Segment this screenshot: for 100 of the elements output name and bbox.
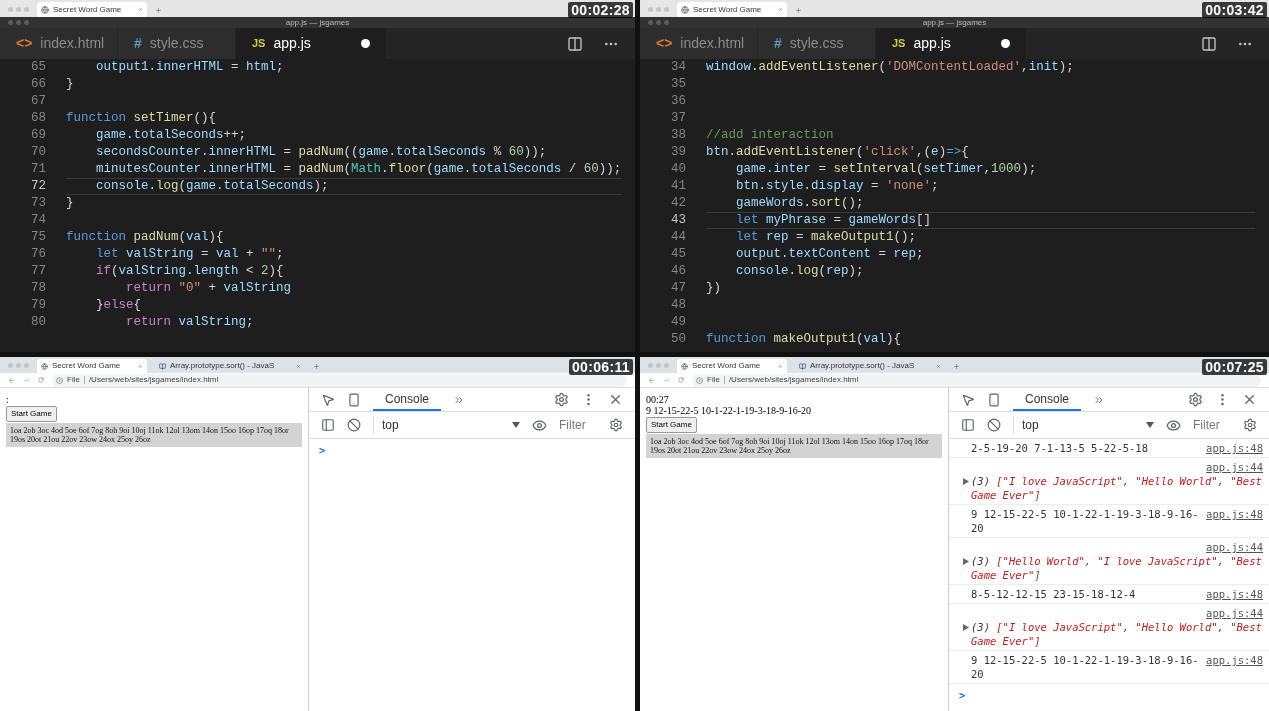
settings-icon[interactable] <box>1188 392 1203 407</box>
clear-console-icon[interactable] <box>987 418 1001 432</box>
line-number: 47 <box>670 280 687 297</box>
timer-text: : <box>6 394 9 405</box>
line-number: 36 <box>670 93 687 110</box>
device-toolbar-icon[interactable] <box>987 392 1001 407</box>
split-editor-icon[interactable] <box>567 35 583 52</box>
inspect-icon[interactable] <box>321 392 335 407</box>
clear-console-icon[interactable] <box>347 418 361 432</box>
new-tab-icon[interactable] <box>313 363 320 370</box>
start-game-button[interactable]: Start Game <box>646 417 697 433</box>
letters-panel: 1oa 2ob 3oc 4od 5oe 6of 7og 8oh 9oi 10oj 11ok 12ol 13om 14on 15oo 16op 17oq 18or 19os 20ot 21ou 22ov 23ow 24ox 25oy 26oz <box>6 423 302 447</box>
console-prompt[interactable]: > <box>309 439 635 461</box>
code-line: }else{ <box>95 297 143 314</box>
editor-tab[interactable]: JS app.js <box>236 28 386 59</box>
output-text: 9 12-15-22-5 10-1-22-1-19-3-18-9-16-20 <box>646 405 811 416</box>
window-title: app.js — jsgames <box>285 18 350 27</box>
reload-icon[interactable] <box>678 377 684 383</box>
console-prompt[interactable]: > <box>949 684 1269 706</box>
url-field[interactable]: File /Users/web/sites/jsgames/index.html <box>692 373 1261 387</box>
console-settings-icon[interactable] <box>1243 418 1257 432</box>
editor-tab[interactable]: # style.css <box>758 28 876 59</box>
line-number: 78 <box>30 280 47 297</box>
source-link[interactable]: app.js:48 <box>1206 653 1263 667</box>
book-icon <box>799 362 806 370</box>
live-expression-icon[interactable] <box>1166 417 1181 433</box>
source-link[interactable]: app.js:48 <box>1206 587 1263 601</box>
file-type-icon: <> <box>656 33 673 54</box>
source-link[interactable]: app.js:44 <box>1206 540 1263 554</box>
browser-tab[interactable]: Secret Word Game <box>37 2 147 17</box>
info-icon[interactable] <box>56 376 63 384</box>
new-tab-icon[interactable] <box>953 363 960 370</box>
line-number: 70 <box>30 144 47 161</box>
close-icon[interactable] <box>1242 392 1257 407</box>
line-number: 39 <box>670 144 687 161</box>
context-select[interactable]: top <box>1013 416 1154 434</box>
device-toolbar-icon[interactable] <box>347 392 361 407</box>
editor-tab[interactable]: <> index.html <box>640 28 758 59</box>
line-number: 68 <box>30 110 47 127</box>
back-icon[interactable] <box>8 376 15 384</box>
line-number: 45 <box>670 246 687 263</box>
code-line: } <box>66 195 75 212</box>
line-number: 35 <box>670 76 687 93</box>
start-game-button[interactable]: Start Game <box>6 406 57 422</box>
expand-triangle-icon[interactable] <box>963 478 969 485</box>
settings-icon[interactable] <box>554 392 569 407</box>
back-icon[interactable] <box>648 376 655 384</box>
code-line: function setTimer(){ <box>66 110 218 127</box>
video-timestamp: 00:02:28 <box>568 2 633 18</box>
inspect-icon[interactable] <box>961 392 975 407</box>
url-field[interactable]: File /Users/web/sites/jsgames/index.html <box>52 373 627 387</box>
line-number: 46 <box>670 263 687 280</box>
new-tab-icon[interactable] <box>795 7 802 14</box>
source-link[interactable]: app.js:44 <box>1206 460 1263 474</box>
window-controls-icon[interactable] <box>648 20 669 25</box>
console-settings-icon[interactable] <box>609 418 623 432</box>
sidebar-toggle-icon[interactable] <box>321 418 335 432</box>
source-link[interactable]: app.js:44 <box>1206 606 1263 620</box>
globe-icon <box>41 362 48 370</box>
new-tab-icon[interactable] <box>155 7 162 14</box>
live-expression-icon[interactable] <box>532 417 547 433</box>
editor-tab[interactable]: # style.css <box>118 28 236 59</box>
devtools-tab[interactable]: Console <box>373 388 442 411</box>
reload-icon[interactable] <box>38 377 44 383</box>
browser-tab[interactable]: Secret Word Game <box>677 359 787 373</box>
source-link[interactable]: app.js:48 <box>1206 441 1263 455</box>
info-icon[interactable] <box>696 376 703 384</box>
browser-tab[interactable]: Secret Word Game <box>677 2 787 17</box>
devtools-tab[interactable]: Console <box>1013 388 1082 411</box>
split-editor-icon[interactable] <box>1201 35 1217 52</box>
context-select[interactable]: top <box>373 416 520 434</box>
video-timestamp: 00:03:42 <box>1202 2 1267 18</box>
source-link[interactable]: app.js:48 <box>1206 507 1263 521</box>
array-preview: (3) ["Hello World", "I love JavaScript", "Best Game Ever"] <box>971 554 1263 582</box>
code-line: btn.addEventListener('click',(e)=>{ <box>706 144 970 161</box>
globe-icon <box>681 362 688 370</box>
line-number: 80 <box>30 314 47 331</box>
close-icon[interactable] <box>608 392 623 407</box>
globe-icon <box>681 5 689 14</box>
code-line: console.log(rep); <box>735 263 865 280</box>
file-type-icon: JS <box>252 35 266 52</box>
editor-tab[interactable]: <> index.html <box>0 28 118 59</box>
code-line: }) <box>706 280 722 297</box>
sidebar-toggle-icon[interactable] <box>961 418 975 432</box>
code-line: console.log(game.totalSeconds); <box>66 178 621 195</box>
dropdown-arrow-icon <box>1146 422 1154 428</box>
line-number: 48 <box>670 297 687 314</box>
window-controls-icon[interactable] <box>8 20 29 25</box>
editor-tab[interactable]: JS app.js <box>876 28 1026 59</box>
line-number: 67 <box>30 93 47 110</box>
line-number: 77 <box>30 263 47 280</box>
line-number: 74 <box>30 212 47 229</box>
dropdown-arrow-icon <box>512 422 520 428</box>
code-line: secondsCounter.innerHTML = padNum((game.totalSeconds % 60)); <box>95 144 548 161</box>
line-number: 79 <box>30 297 47 314</box>
line-number: 44 <box>670 229 687 246</box>
code-line: return "0" + valString <box>125 280 293 297</box>
expand-triangle-icon[interactable] <box>963 624 969 631</box>
expand-triangle-icon[interactable] <box>963 558 969 565</box>
browser-tab[interactable]: Secret Word Game <box>37 359 147 373</box>
